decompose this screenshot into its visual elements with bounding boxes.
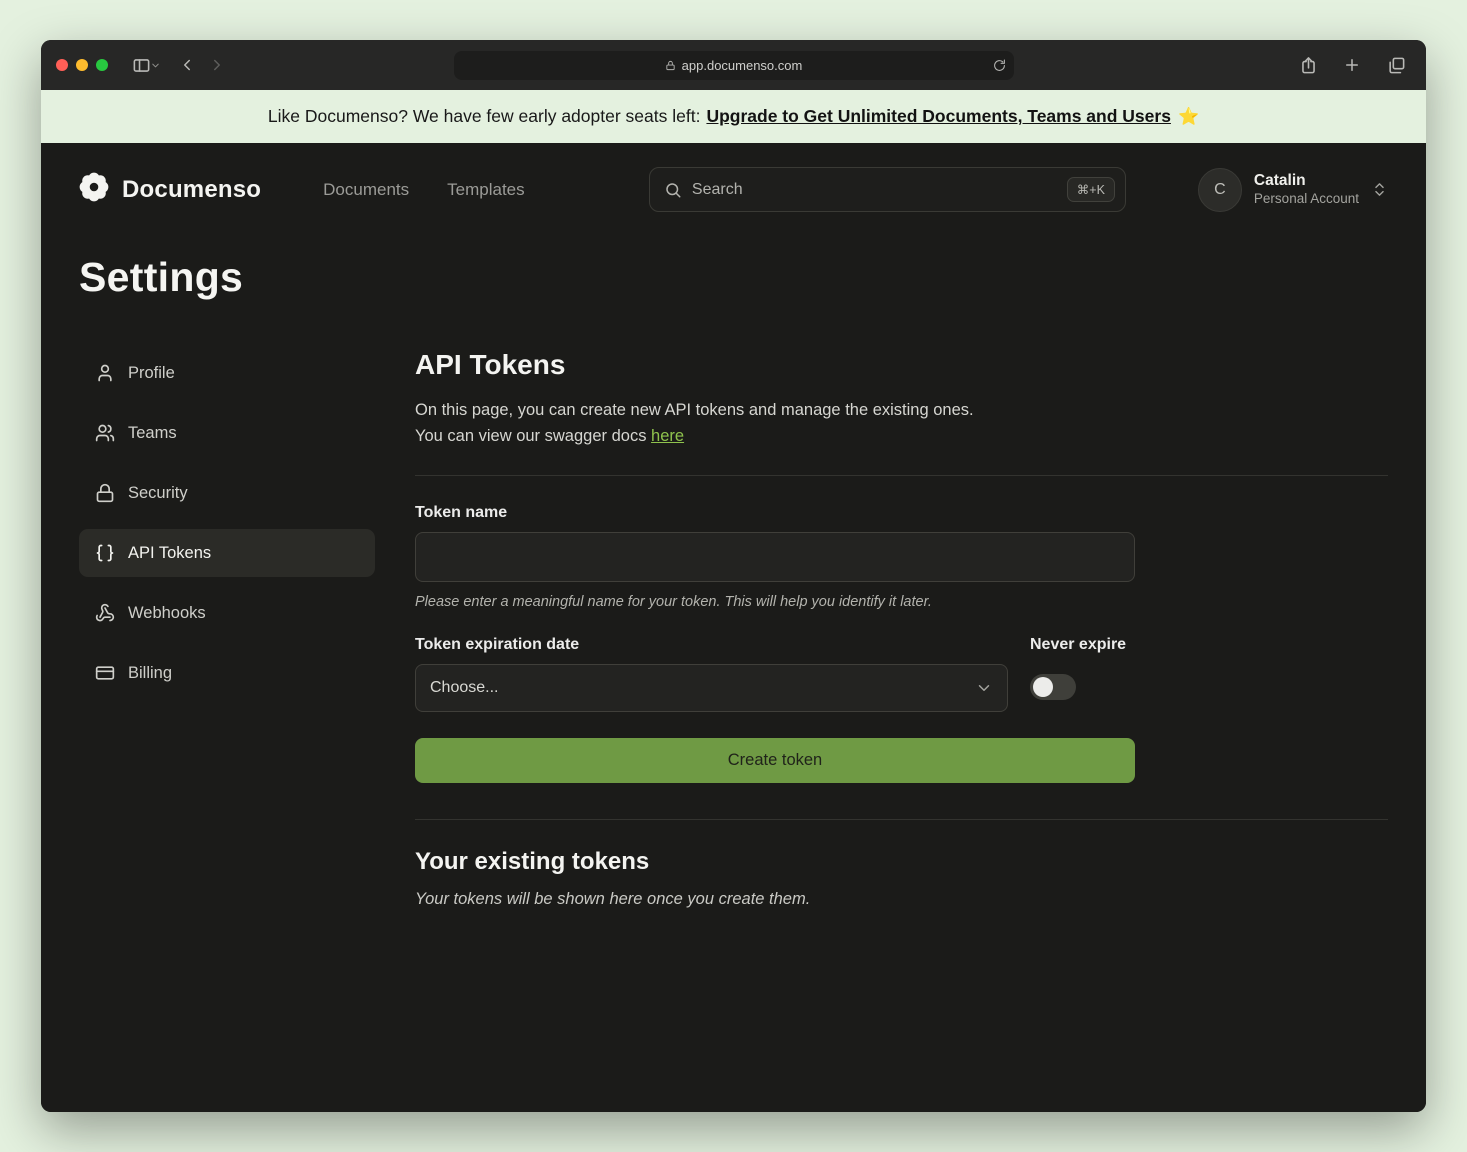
section-title: API Tokens — [415, 349, 1388, 381]
search-input[interactable] — [692, 181, 1057, 199]
sidebar-item-label: API Tokens — [128, 544, 211, 563]
token-name-label: Token name — [415, 504, 1135, 522]
user-meta: Catalin Personal Account — [1254, 171, 1359, 207]
users-icon — [95, 423, 115, 443]
section-description: On this page, you can create new API tok… — [415, 397, 1388, 449]
sidebar-item-billing[interactable]: Billing — [79, 649, 375, 697]
divider — [415, 475, 1388, 476]
sidebar-item-label: Billing — [128, 664, 172, 683]
sidebar-item-profile[interactable]: Profile — [79, 349, 375, 397]
expiration-field: Token expiration date Choose... — [415, 636, 1008, 712]
sidebar-item-label: Profile — [128, 364, 175, 383]
user-account-type: Personal Account — [1254, 191, 1359, 208]
expiration-select[interactable]: Choose... — [415, 664, 1008, 712]
description-line-1: On this page, you can create new API tok… — [415, 401, 974, 419]
expiration-selected-value: Choose... — [430, 679, 498, 697]
user-menu[interactable]: C Catalin Personal Account — [1198, 168, 1388, 212]
token-name-hint: Please enter a meaningful name for your … — [415, 594, 1135, 610]
avatar: C — [1198, 168, 1242, 212]
settings-sidebar: Profile Teams Security API Tokens Webhoo… — [79, 349, 375, 909]
brand[interactable]: Documenso — [79, 172, 261, 207]
token-name-input[interactable] — [415, 532, 1135, 582]
sidebar-item-api-tokens[interactable]: API Tokens — [79, 529, 375, 577]
page-title: Settings — [41, 212, 1426, 301]
window-controls — [56, 59, 108, 71]
forward-button[interactable] — [202, 50, 232, 80]
user-icon — [95, 363, 115, 383]
never-expire-label: Never expire — [1030, 636, 1135, 654]
browser-window: app.documenso.com Like Documenso? We hav… — [41, 40, 1426, 1112]
browser-actions — [1293, 50, 1411, 80]
brand-name: Documenso — [122, 176, 261, 204]
tab-overview-icon[interactable] — [1381, 50, 1411, 80]
minimize-window-button[interactable] — [76, 59, 88, 71]
back-button[interactable] — [172, 50, 202, 80]
divider — [415, 819, 1388, 820]
existing-tokens-title: Your existing tokens — [415, 848, 1388, 876]
webhook-icon — [95, 603, 115, 623]
sidebar-item-security[interactable]: Security — [79, 469, 375, 517]
documenso-logo-icon — [79, 172, 109, 207]
chevrons-up-down-icon — [1371, 181, 1388, 198]
credit-card-icon — [95, 663, 115, 683]
sidebar-item-teams[interactable]: Teams — [79, 409, 375, 457]
sidebar-item-webhooks[interactable]: Webhooks — [79, 589, 375, 637]
address-bar[interactable]: app.documenso.com — [454, 51, 1014, 80]
never-expire-toggle[interactable] — [1030, 674, 1076, 700]
sidebar-chevron-icon[interactable] — [150, 50, 164, 80]
promo-banner: Like Documenso? We have few early adopte… — [41, 90, 1426, 143]
search-shortcut-badge: ⌘+K — [1067, 177, 1115, 202]
chevron-down-icon — [975, 679, 993, 697]
close-window-button[interactable] — [56, 59, 68, 71]
search-icon — [664, 181, 682, 199]
lock-icon — [95, 483, 115, 503]
settings-body: Profile Teams Security API Tokens Webhoo… — [41, 301, 1426, 909]
new-tab-icon[interactable] — [1337, 50, 1367, 80]
create-token-button[interactable]: Create token — [415, 738, 1135, 783]
api-tokens-panel: API Tokens On this page, you can create … — [415, 349, 1388, 909]
sidebar-item-label: Security — [128, 484, 188, 503]
zoom-window-button[interactable] — [96, 59, 108, 71]
search-box[interactable]: ⌘+K — [649, 167, 1126, 212]
ssl-lock-icon — [665, 60, 676, 71]
reload-icon[interactable] — [993, 59, 1006, 72]
nav-documents[interactable]: Documents — [323, 180, 409, 200]
documenso-app: Documenso Documents Templates ⌘+K C Cata… — [41, 143, 1426, 1112]
existing-tokens-empty-text: Your tokens will be shown here once you … — [415, 890, 1388, 909]
main-nav: Documents Templates — [323, 180, 524, 200]
sidebar-item-label: Webhooks — [128, 604, 206, 623]
star-emoji: ⭐ — [1178, 107, 1199, 127]
braces-icon — [95, 543, 115, 563]
never-expire-field: Never expire — [1030, 636, 1135, 712]
create-token-form: Token name Please enter a meaningful nam… — [415, 504, 1135, 783]
swagger-docs-link[interactable]: here — [651, 427, 684, 445]
nav-templates[interactable]: Templates — [447, 180, 524, 200]
expiration-label: Token expiration date — [415, 636, 1008, 654]
url-text: app.documenso.com — [682, 58, 803, 73]
share-icon[interactable] — [1293, 50, 1323, 80]
user-name: Catalin — [1254, 171, 1359, 190]
browser-toolbar: app.documenso.com — [41, 40, 1426, 90]
promo-text: Like Documenso? We have few early adopte… — [268, 106, 701, 127]
sidebar-item-label: Teams — [128, 424, 177, 443]
expiration-row: Token expiration date Choose... Never ex… — [415, 636, 1135, 712]
app-header: Documenso Documents Templates ⌘+K C Cata… — [41, 143, 1426, 212]
upgrade-link[interactable]: Upgrade to Get Unlimited Documents, Team… — [706, 106, 1171, 127]
toggle-knob — [1033, 677, 1053, 697]
description-line-2: You can view our swagger docs — [415, 427, 646, 445]
